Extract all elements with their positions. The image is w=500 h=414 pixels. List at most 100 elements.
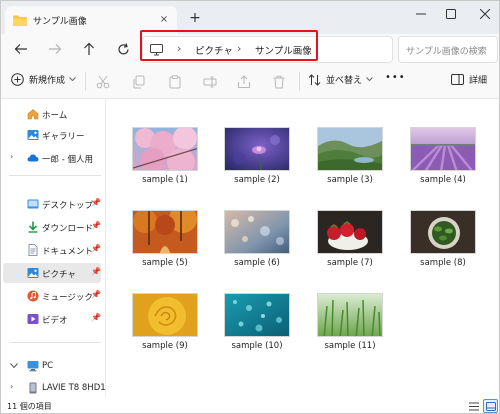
refresh-icon xyxy=(117,42,129,54)
new-label: 新規作成 xyxy=(29,76,66,86)
home-icon xyxy=(27,109,39,120)
sidebar-item-label: ギャラリー xyxy=(42,132,85,142)
sidebar-item-downloads[interactable]: ダウンロード 📌 xyxy=(3,217,101,237)
sidebar-item-pictures[interactable]: ピクチャ 📌 xyxy=(3,263,101,283)
file-item[interactable]: sample (8) xyxy=(404,210,484,290)
breadcrumb-sample-images[interactable]: サンプル画像 xyxy=(255,43,312,57)
share-button[interactable] xyxy=(236,74,252,90)
file-item[interactable]: sample (10) xyxy=(218,293,298,373)
cut-icon xyxy=(96,75,110,89)
more-options-button[interactable]: ••• xyxy=(385,72,406,83)
toolbar-divider xyxy=(299,72,300,91)
file-item[interactable]: sample (2) xyxy=(218,127,298,207)
thumbnail-image xyxy=(317,293,383,337)
chevron-right-icon: › xyxy=(10,382,14,391)
file-name: sample (7) xyxy=(327,258,373,268)
sidebar-item-drive[interactable]: › LAVIE T8 8HD1 xyxy=(3,378,106,398)
cherry-blossom-image xyxy=(133,128,197,170)
rename-button[interactable] xyxy=(202,74,218,90)
pictures-icon xyxy=(27,268,39,278)
search-input[interactable]: サンプル画像の検索 xyxy=(398,36,498,63)
delete-button[interactable] xyxy=(271,74,287,90)
tab-sample-images[interactable]: サンプル画像 × xyxy=(5,6,177,34)
sidebar-divider xyxy=(9,342,101,343)
sidebar-item-desktop[interactable]: デスクトップ 📌 xyxy=(3,194,101,214)
file-item[interactable]: sample (3) xyxy=(311,127,391,207)
strawberries-image xyxy=(318,211,382,253)
forward-button[interactable] xyxy=(44,38,66,60)
pin-icon[interactable]: 📌 xyxy=(91,221,101,230)
close-window-button[interactable] xyxy=(465,1,499,27)
pin-icon[interactable]: 📌 xyxy=(91,198,101,207)
thumbnail-image xyxy=(317,127,383,171)
explorer-window: サンプル画像 × + › ピクチャ › サンプル画像 サンプル画像の検索 新規作… xyxy=(0,0,500,414)
sidebar-item-music[interactable]: ミュージック 📌 xyxy=(3,286,101,306)
cut-button[interactable] xyxy=(95,74,111,90)
close-tab-icon[interactable]: × xyxy=(157,13,171,27)
sidebar-item-label: ダウンロード xyxy=(42,224,94,234)
file-name: sample (5) xyxy=(142,258,188,268)
sidebar-item-gallery[interactable]: ギャラリー xyxy=(3,125,101,145)
up-button[interactable] xyxy=(78,38,100,60)
thumbnail-image xyxy=(132,210,198,254)
thumbnail-view-button[interactable] xyxy=(483,399,498,413)
new-button[interactable]: 新規作成 xyxy=(11,73,76,86)
address-bar[interactable]: › ピクチャ › サンプル画像 xyxy=(142,36,393,63)
item-count: 11 個の項目 xyxy=(7,402,52,411)
file-item[interactable]: sample (5) xyxy=(126,210,206,290)
thumbnail-image xyxy=(224,127,290,171)
pin-icon[interactable]: 📌 xyxy=(91,313,101,322)
refresh-button[interactable] xyxy=(112,38,134,60)
thumbnail-image xyxy=(132,127,198,171)
back-button[interactable] xyxy=(10,38,32,60)
file-item[interactable]: sample (7) xyxy=(311,210,391,290)
command-bar: 新規作成 並べ替え ••• 詳細 xyxy=(1,64,499,99)
video-icon xyxy=(27,314,39,324)
share-icon xyxy=(238,75,250,88)
sidebar-item-label: ホーム xyxy=(42,111,68,121)
details-button[interactable]: 詳細 xyxy=(451,73,487,86)
sidebar-item-documents[interactable]: ドキュメント 📌 xyxy=(3,240,101,260)
file-name: sample (10) xyxy=(231,341,283,351)
arrow-up-icon xyxy=(84,42,94,55)
pin-icon[interactable]: 📌 xyxy=(91,290,101,299)
yellow-rose-image xyxy=(133,294,197,336)
details-view-button[interactable] xyxy=(466,399,481,413)
grid-view-icon xyxy=(485,401,496,411)
file-item[interactable]: sample (1) xyxy=(126,127,206,207)
file-name: sample (1) xyxy=(142,175,188,185)
sidebar-item-label: LAVIE T8 8HD1 xyxy=(42,383,106,393)
document-icon xyxy=(28,244,38,256)
sort-button[interactable]: 並べ替え xyxy=(308,73,373,86)
pin-icon[interactable]: 📌 xyxy=(91,244,101,253)
file-name: sample (11) xyxy=(324,341,376,351)
arrow-left-icon xyxy=(14,44,27,54)
sidebar-item-pc[interactable]: PC xyxy=(3,356,101,376)
thumbnail-image xyxy=(317,210,383,254)
sidebar-item-label: ミュージック xyxy=(42,293,93,303)
thumbnail-image xyxy=(132,293,198,337)
computer-icon xyxy=(27,361,39,372)
sidebar-item-onedrive[interactable]: › 一郎 - 個人用 xyxy=(3,148,101,168)
file-grid: sample (1) sample (2) sample (3) sample … xyxy=(106,99,499,398)
thumbnail-image xyxy=(224,293,290,337)
file-item[interactable]: sample (11) xyxy=(311,293,391,373)
sidebar-item-videos[interactable]: ビデオ 📌 xyxy=(3,309,101,329)
details-pane-icon xyxy=(451,74,464,85)
file-item[interactable]: sample (9) xyxy=(126,293,206,373)
copy-button[interactable] xyxy=(131,74,147,90)
file-item[interactable]: sample (4) xyxy=(404,127,484,207)
paste-button[interactable] xyxy=(167,74,183,90)
close-icon xyxy=(480,9,490,19)
breadcrumb-pictures[interactable]: ピクチャ xyxy=(195,43,233,57)
trash-icon xyxy=(273,75,285,89)
cloud-icon xyxy=(27,154,39,162)
thumbnail-image xyxy=(224,210,290,254)
thumbnail-image xyxy=(410,127,476,171)
sidebar-item-home[interactable]: ホーム xyxy=(3,104,101,124)
pin-icon[interactable]: 📌 xyxy=(91,267,101,276)
file-name: sample (2) xyxy=(234,175,280,185)
arrow-right-icon xyxy=(49,44,62,54)
add-tab-button[interactable]: + xyxy=(187,10,203,26)
file-item[interactable]: sample (6) xyxy=(218,210,298,290)
